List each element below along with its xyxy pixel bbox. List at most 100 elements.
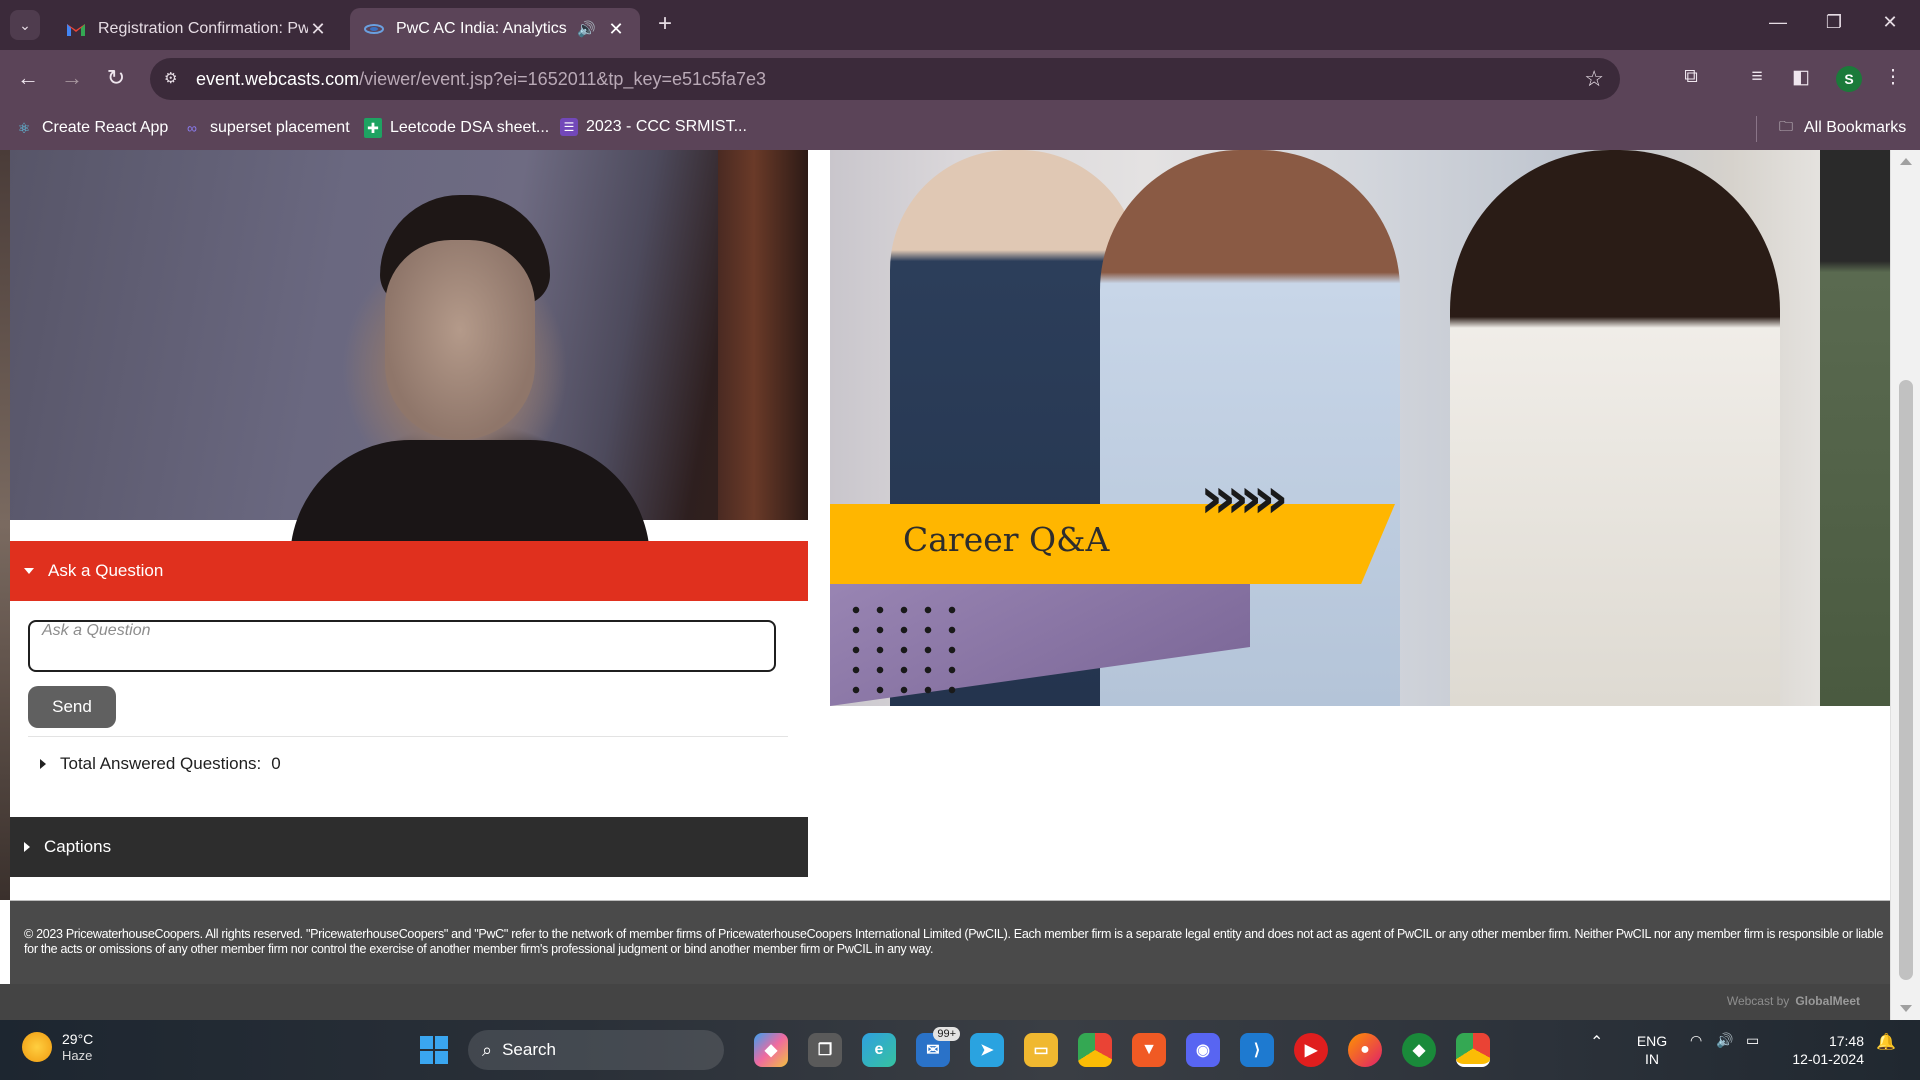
bookmark-leetcode-dsa-sheet[interactable]: ✚ Leetcode DSA sheet... (364, 118, 549, 138)
speaker-video[interactable] (10, 150, 808, 560)
browser-toolbar: ← → ↻ ⚙ event.webcasts.com/viewer/event.… (0, 50, 1920, 108)
profile-avatar[interactable]: S (1836, 66, 1862, 92)
browser-tab-bar: ⌄ Registration Confirmation: PwC ✕ PwC A… (0, 0, 1920, 50)
superset-icon: ∞ (187, 120, 197, 136)
forward-arrow-icon[interactable]: → (58, 65, 86, 93)
taskbar-search[interactable]: ⌕ Search (468, 1030, 724, 1070)
react-icon: ⚛ (17, 119, 31, 136)
banner-person-right (1450, 150, 1780, 706)
chrome-icon[interactable] (1078, 1033, 1112, 1067)
weather-widget[interactable]: 29°C Haze (22, 1030, 93, 1064)
tray-overflow-icon[interactable]: ⌃ (1590, 1032, 1603, 1052)
address-bar[interactable]: ⚙ event.webcasts.com/viewer/event.jsp?ei… (150, 58, 1620, 100)
url-text[interactable]: event.webcasts.com/viewer/event.jsp?ei=1… (196, 69, 766, 90)
caret-right-icon (40, 759, 46, 769)
ask-question-header[interactable]: Ask a Question (10, 541, 808, 601)
webcast-icon (364, 19, 384, 39)
vscode-icon[interactable]: ⟩ (1240, 1033, 1274, 1067)
all-bookmarks-button[interactable]: 🗀 All Bookmarks (1776, 118, 1906, 138)
date: 12-01-2024 (1792, 1051, 1864, 1067)
battery-icon[interactable]: ▭ (1746, 1032, 1759, 1049)
sheets-icon: ✚ (364, 118, 382, 138)
tab-search-button[interactable]: ⌄ (10, 10, 40, 40)
bookmarks-bar: ⚛ Create React App ∞ superset placement … (0, 108, 1920, 150)
page-viewport: Ask a Question Send Total Answered Quest… (0, 150, 1890, 1020)
close-tab-icon[interactable]: ✕ (606, 19, 626, 40)
side-panel-icon[interactable]: ◧ (1788, 66, 1814, 92)
bookmark-star-icon[interactable]: ☆ (1584, 66, 1604, 92)
footer-bar: Webcast by GlobalMeet (0, 984, 1890, 1020)
reload-icon[interactable]: ↻ (102, 65, 130, 93)
windows-start-icon[interactable] (420, 1036, 448, 1064)
answered-questions-label: Total Answered Questions: (60, 754, 262, 773)
question-input[interactable] (28, 620, 776, 672)
caret-right-icon (24, 842, 30, 852)
weather-temperature: 29°C (62, 1031, 94, 1047)
search-icon: ⌕ (482, 1039, 493, 1060)
weather-condition: Haze (62, 1048, 93, 1063)
brave-icon[interactable]: ▼ (1132, 1033, 1166, 1067)
edge-icon[interactable]: e (862, 1033, 896, 1067)
time: 17:48 (1828, 1033, 1864, 1049)
discord-icon[interactable]: ◉ (1186, 1033, 1220, 1067)
video-background-curtain (718, 150, 808, 520)
banner-title: Career Q&A (903, 520, 1110, 559)
bookmark-superset-placement[interactable]: ∞ superset placement (182, 118, 350, 138)
answered-questions-count: 0 (271, 754, 281, 773)
site-info-icon[interactable]: ⚙ (164, 69, 184, 89)
banner-person-edge (1820, 150, 1890, 706)
firefox-icon[interactable]: ● (1348, 1033, 1382, 1067)
task-view-icon[interactable]: ❐ (808, 1033, 842, 1067)
bookmark-create-react-app[interactable]: ⚛ Create React App (14, 118, 169, 138)
bookmark-ccc-srmist[interactable]: ☰ 2023 - CCC SRMIST... (560, 118, 747, 136)
media-controls-icon[interactable]: ≡ (1744, 66, 1770, 92)
language-indicator[interactable]: ENG IN (1636, 1032, 1668, 1068)
video-person-face (385, 240, 535, 440)
new-tab-button[interactable]: + (652, 12, 678, 38)
mail-badge: 99+ (933, 1027, 960, 1041)
mail-icon[interactable]: ✉ 99+ (916, 1027, 960, 1067)
folder-icon: 🗀 (1779, 118, 1793, 134)
app-leaf-icon[interactable]: ◆ (1402, 1033, 1436, 1067)
scroll-up-icon[interactable] (1900, 158, 1912, 165)
back-arrow-icon[interactable]: ← (14, 65, 42, 93)
captions-header[interactable]: Captions (10, 817, 808, 877)
copyright-text: © 2023 PricewaterhouseCoopers. All right… (24, 927, 1884, 956)
scroll-down-icon[interactable] (1900, 1005, 1912, 1012)
tab-registration-confirmation[interactable]: Registration Confirmation: PwC ✕ (52, 8, 342, 50)
chevrons-icon: »»» (1200, 466, 1288, 531)
answered-questions-toggle[interactable]: Total Answered Questions: 0 (40, 754, 281, 774)
webcast-credit[interactable]: Webcast by GlobalMeet (1727, 994, 1860, 1008)
tab-pwc-analytics[interactable]: PwC AC India: Analytics Insi 🔊 ✕ (350, 8, 640, 50)
send-button[interactable]: Send (28, 686, 116, 728)
haze-sun-icon (22, 1032, 52, 1062)
tab-title: PwC AC India: Analytics Insi (396, 20, 567, 37)
volume-icon[interactable]: 🔊 (1716, 1032, 1733, 1049)
windows-taskbar: 29°C Haze ⌕ Search ◆ ❐ e ✉ 99+ ➤ ▭ ▼ ◉ ⟩ … (0, 1020, 1920, 1080)
scroll-thumb[interactable] (1899, 380, 1913, 980)
extensions-icon[interactable]: ⧉ (1678, 66, 1704, 92)
close-tab-icon[interactable]: ✕ (308, 19, 328, 40)
telegram-icon[interactable]: ➤ (970, 1033, 1004, 1067)
restore-icon[interactable]: ❐ (1822, 12, 1846, 33)
file-explorer-icon[interactable]: ▭ (1024, 1033, 1058, 1067)
page-scrollbar[interactable] (1890, 150, 1920, 1020)
speaker-icon[interactable]: 🔊 (577, 20, 596, 38)
close-window-icon[interactable]: ✕ (1878, 12, 1902, 33)
page-left-edge (0, 150, 10, 900)
minimize-icon[interactable]: — (1766, 12, 1790, 33)
youtube-music-icon[interactable]: ▶ (1294, 1033, 1328, 1067)
divider (28, 736, 788, 737)
taskbar-clock[interactable]: 17:48 12-01-2024 (1784, 1032, 1864, 1068)
legal-footer: © 2023 PricewaterhouseCoopers. All right… (10, 900, 1890, 984)
chevron-down-icon: ⌄ (19, 16, 31, 33)
banner-dot-pattern (844, 600, 964, 700)
notification-bell-icon[interactable]: 🔔 (1876, 1032, 1896, 1052)
copilot-icon[interactable]: ◆ (754, 1033, 788, 1067)
list-icon: ☰ (560, 118, 578, 136)
career-qa-banner: Career Q&A »»» (830, 150, 1890, 706)
tab-title: Registration Confirmation: PwC (98, 20, 308, 37)
wifi-icon[interactable]: ◠ (1690, 1032, 1702, 1049)
more-menu-icon[interactable]: ⋮ (1880, 66, 1906, 92)
chrome-profile-icon[interactable] (1456, 1033, 1490, 1067)
